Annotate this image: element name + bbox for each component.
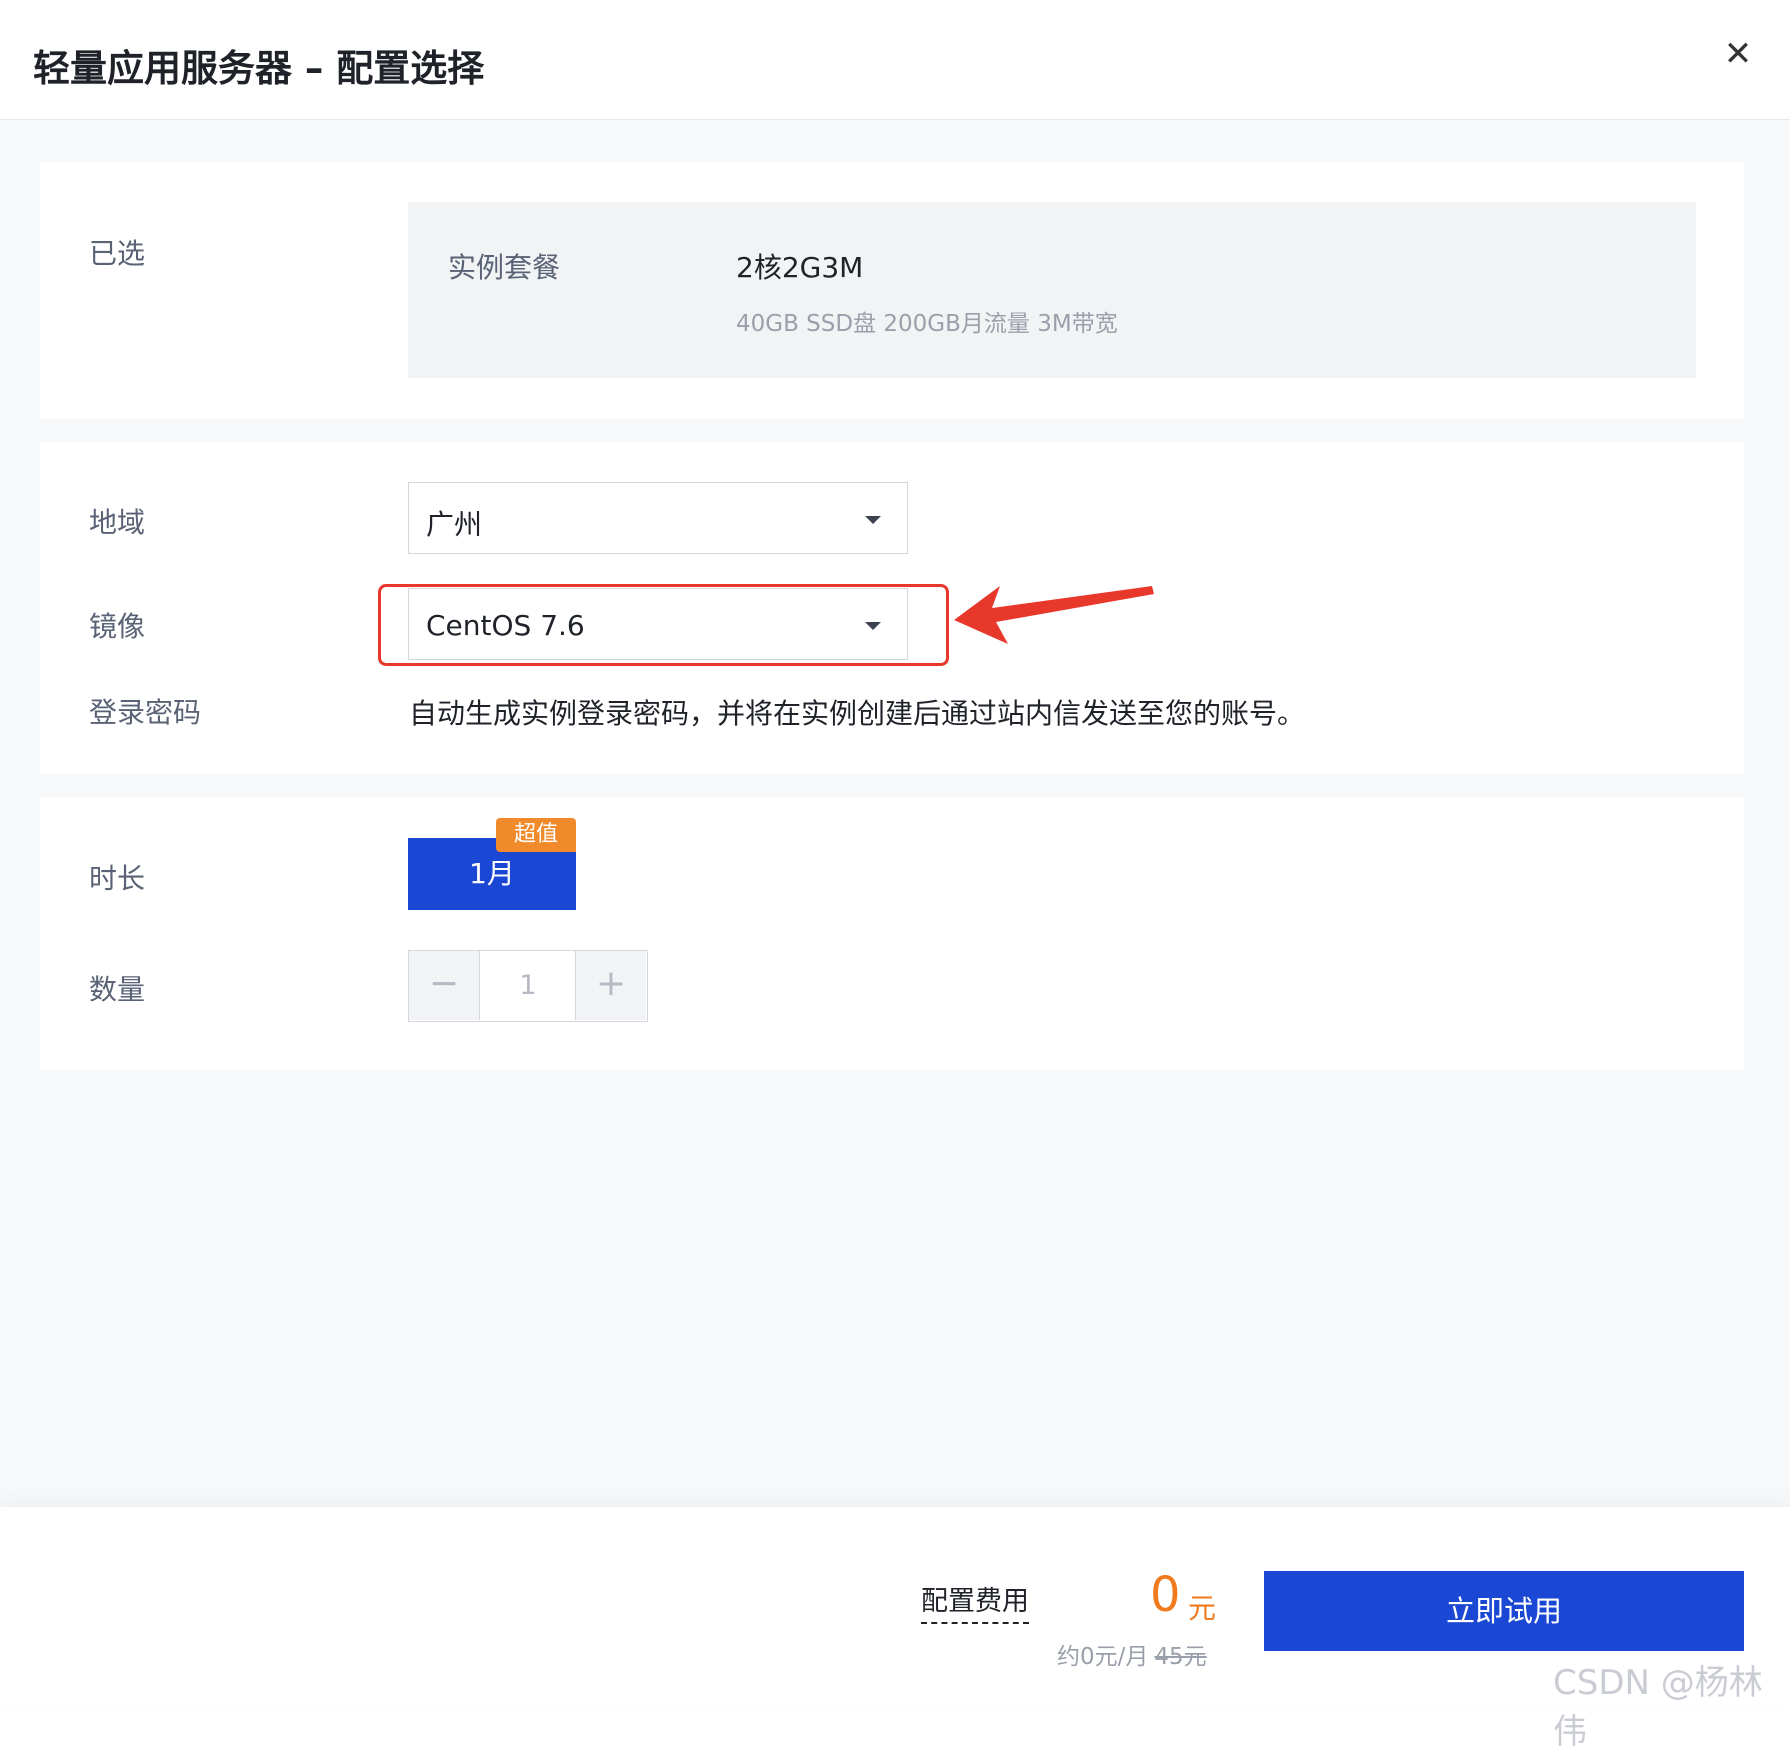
modal-title: 轻量应用服务器 – 配置选择	[33, 47, 485, 90]
annotation-arrow-icon	[954, 586, 1154, 644]
config-modal: 轻量应用服务器 – 配置选择 ✕ 已选 实例套餐 2核2G3M 40GB SSD…	[0, 0, 1790, 1752]
plus-icon[interactable]: +	[575, 951, 646, 1020]
package-description: 40GB SSD盘 200GB月流量 3M带宽	[736, 311, 1118, 337]
chevron-down-icon	[865, 516, 881, 524]
value-badge: 超值	[496, 818, 576, 852]
quantity-label: 数量	[89, 973, 146, 1006]
watermark: CSDN @杨林伟	[1553, 1663, 1763, 1752]
region-value: 广州	[426, 508, 483, 541]
selected-package-box: 实例套餐 2核2G3M 40GB SSD盘 200GB月流量 3M带宽	[408, 202, 1696, 378]
config-fee-label[interactable]: 配置费用	[921, 1579, 1029, 1624]
selected-section: 已选 实例套餐 2核2G3M 40GB SSD盘 200GB月流量 3M带宽	[40, 162, 1744, 418]
duration-label: 时长	[89, 862, 146, 895]
quantity-input[interactable]: 1	[481, 951, 575, 1020]
settings-section: 地域 广州 镜像 CentOS 7.6 登录密码 自动生成实例登录密码，并将在实…	[40, 442, 1744, 774]
annotation-highlight-box	[378, 584, 949, 666]
password-label: 登录密码	[89, 696, 202, 729]
minus-icon[interactable]: −	[409, 951, 480, 1020]
modal-header: 轻量应用服务器 – 配置选择 ✕	[0, 0, 1790, 120]
price-unit: 元	[1188, 1592, 1217, 1625]
footer-bar: 配置费用 0 元 约0元/月 45元 立即试用 CSDN @杨林伟	[0, 1507, 1790, 1752]
package-label: 实例套餐	[448, 251, 561, 284]
selected-label: 已选	[89, 237, 146, 270]
monthly-price: 约0元/月 45元	[1057, 1637, 1207, 1671]
close-icon[interactable]: ✕	[1718, 34, 1758, 74]
image-label: 镜像	[89, 610, 146, 643]
password-description: 自动生成实例登录密码，并将在实例创建后通过站内信发送至您的账号。	[409, 697, 1306, 730]
purchase-section: 时长 1月 超值 数量 − 1 +	[40, 798, 1744, 1070]
original-price: 45元	[1154, 1644, 1207, 1670]
region-label: 地域	[89, 506, 146, 539]
region-select[interactable]: 广州	[408, 482, 908, 554]
quantity-stepper: − 1 +	[408, 950, 648, 1022]
try-now-button[interactable]: 立即试用	[1264, 1571, 1744, 1651]
monthly-price-text: 约0元/月	[1057, 1644, 1149, 1670]
price-value: 0	[1150, 1567, 1181, 1623]
package-name: 2核2G3M	[736, 251, 864, 284]
